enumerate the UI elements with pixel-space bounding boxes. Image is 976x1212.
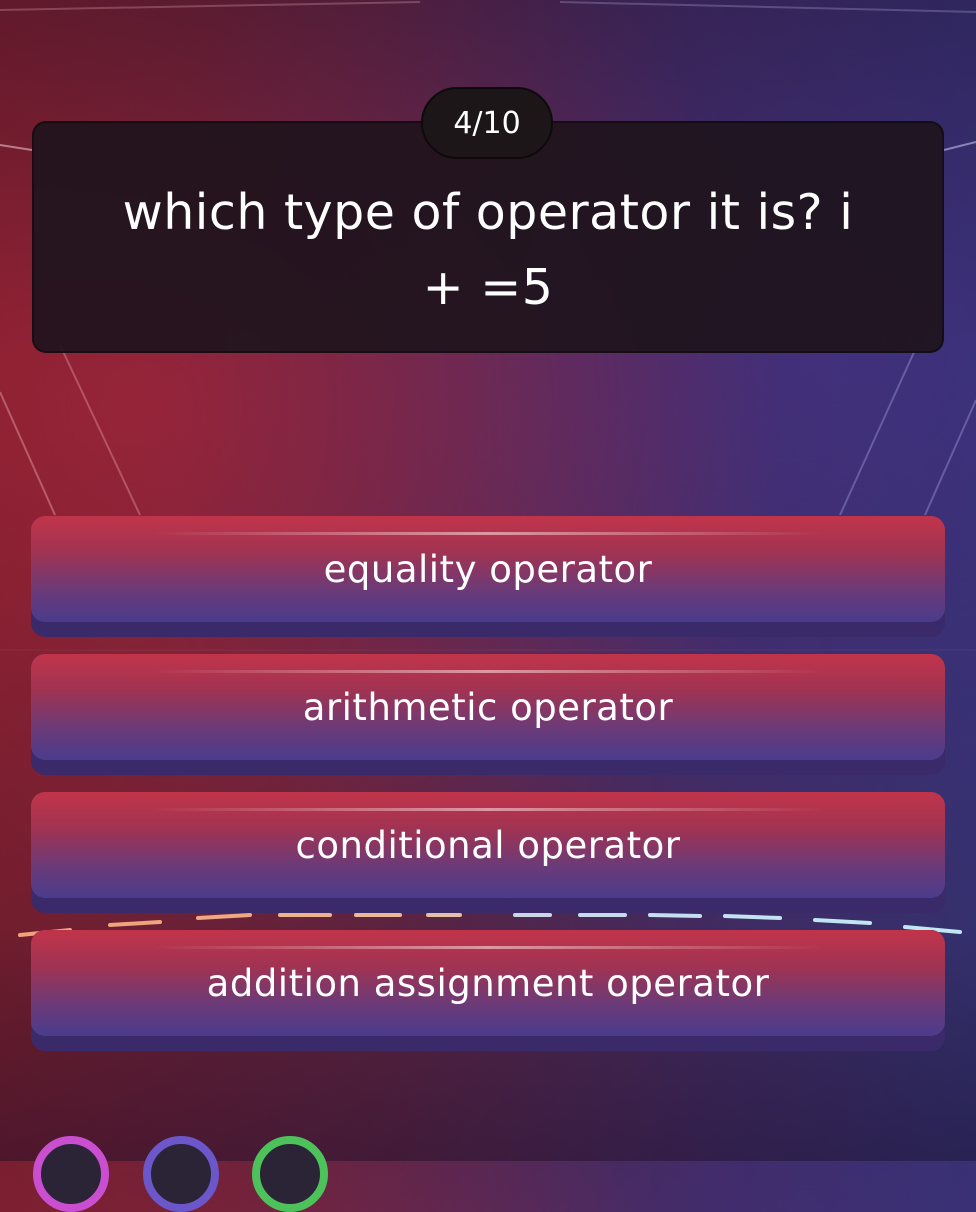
- answer-option-4[interactable]: addition assignment operator: [31, 930, 945, 1051]
- powerup-icon[interactable]: [252, 1136, 328, 1212]
- answer-option-label: arithmetic operator: [302, 686, 674, 729]
- answer-option-label: equality operator: [323, 548, 653, 591]
- answer-option-label: addition assignment operator: [206, 962, 770, 1005]
- powerup-icon[interactable]: [33, 1136, 109, 1212]
- answer-option-1[interactable]: equality operator: [31, 516, 945, 637]
- answer-option-label: conditional operator: [295, 824, 681, 867]
- answer-option-shine: [151, 946, 825, 949]
- answer-option-face[interactable]: conditional operator: [31, 792, 945, 898]
- answer-option-shine: [151, 808, 825, 811]
- question-text: which type of operator it is? i + =5: [122, 184, 854, 316]
- answer-option-face[interactable]: addition assignment operator: [31, 930, 945, 1036]
- answer-option-face[interactable]: arithmetic operator: [31, 654, 945, 760]
- answer-option-shine: [151, 670, 825, 673]
- answer-option-face[interactable]: equality operator: [31, 516, 945, 622]
- question-counter: 4/10: [421, 87, 553, 159]
- answer-option-2[interactable]: arithmetic operator: [31, 654, 945, 775]
- powerup-icon[interactable]: [143, 1136, 219, 1212]
- answer-option-3[interactable]: conditional operator: [31, 792, 945, 913]
- answer-option-shine: [151, 532, 825, 535]
